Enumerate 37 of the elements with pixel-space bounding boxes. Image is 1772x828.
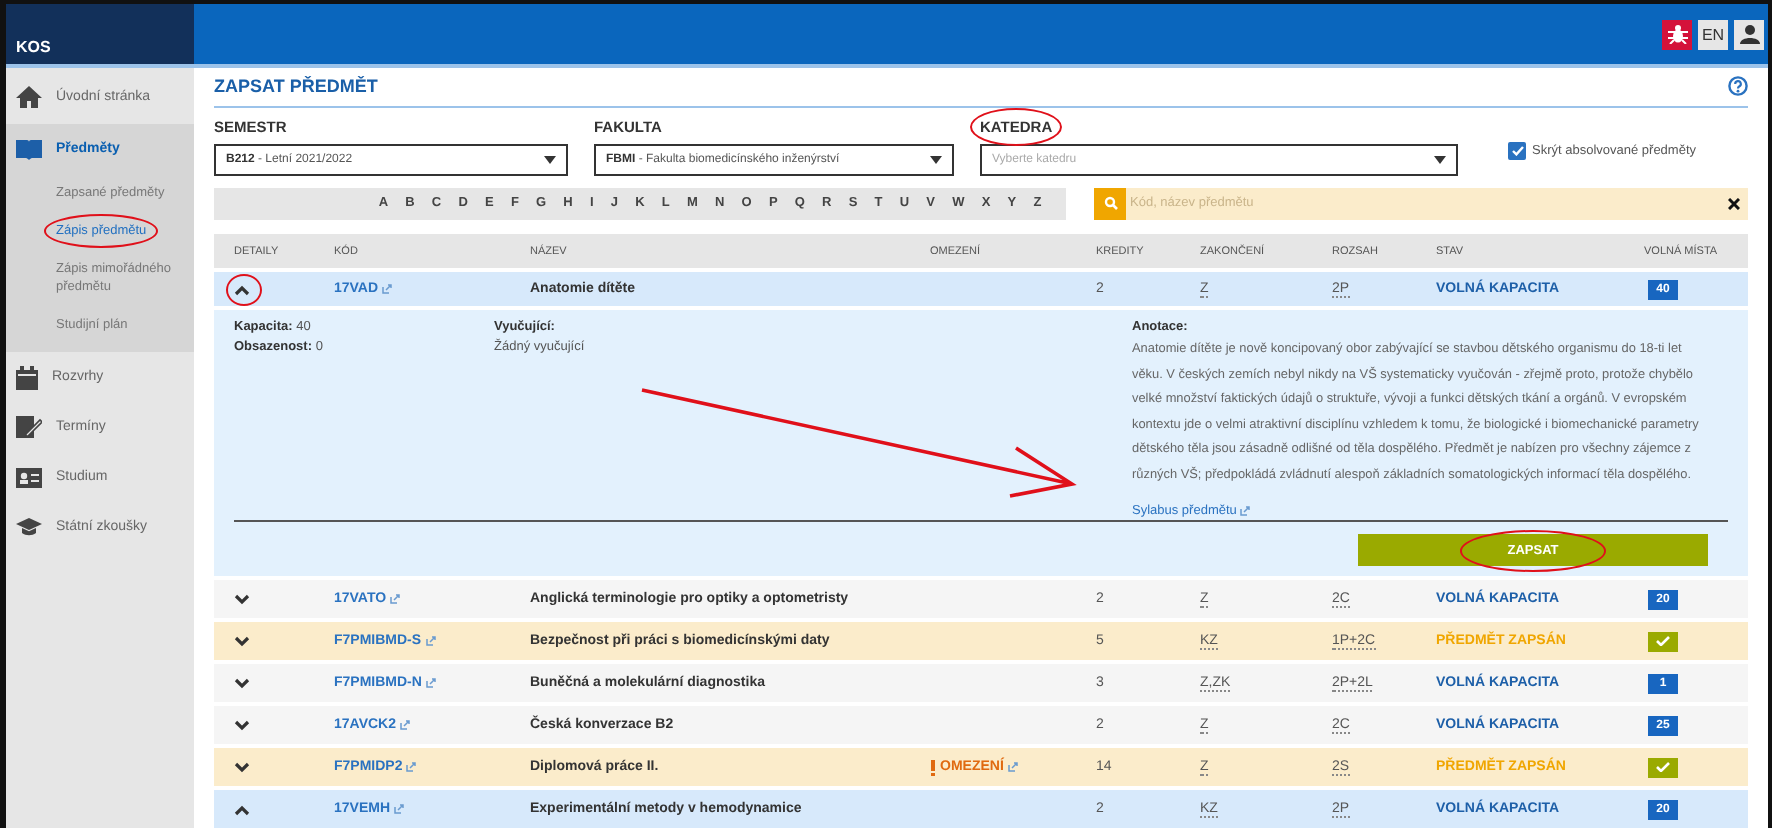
expand-button[interactable]	[234, 757, 254, 777]
search-icon	[1103, 196, 1117, 211]
caret-icon	[1434, 155, 1446, 164]
external-link-icon	[1007, 762, 1018, 772]
external-link-icon	[425, 636, 436, 646]
annotation-circle	[970, 107, 1063, 146]
external-link-icon	[400, 720, 410, 730]
bug-report-button[interactable]	[1662, 19, 1692, 49]
expand-button[interactable]	[234, 673, 254, 693]
check-icon	[1511, 145, 1523, 156]
annotation-circle	[44, 214, 159, 248]
caret-icon	[544, 155, 556, 164]
expand-button[interactable]	[234, 589, 254, 609]
external-link-icon	[1240, 505, 1251, 516]
logo: KOS	[16, 38, 53, 56]
external-link-icon	[406, 762, 417, 772]
expand-button[interactable]	[234, 631, 254, 651]
external-link-icon	[390, 594, 401, 604]
home-icon	[16, 85, 42, 107]
external-link-icon	[425, 678, 436, 688]
checkbox[interactable]	[1508, 141, 1526, 160]
annotation-circle	[226, 273, 262, 305]
page-title: ZAPSAT PŘEDMĚT	[214, 76, 378, 97]
book-icon	[16, 139, 42, 159]
pencil-document-icon	[16, 416, 42, 438]
external-link-icon	[394, 804, 405, 814]
calendar-icon	[16, 365, 38, 389]
id-card-icon	[16, 467, 42, 487]
external-link-icon	[382, 284, 393, 294]
user-button[interactable]	[1734, 19, 1764, 49]
help-icon[interactable]	[1728, 76, 1748, 97]
close-icon[interactable]	[1728, 197, 1740, 210]
language-button[interactable]: EN	[1698, 19, 1728, 49]
caret-icon	[930, 155, 942, 164]
exclamation-icon	[930, 759, 936, 775]
graduation-cap-icon	[16, 518, 42, 536]
expand-button[interactable]	[234, 715, 254, 735]
